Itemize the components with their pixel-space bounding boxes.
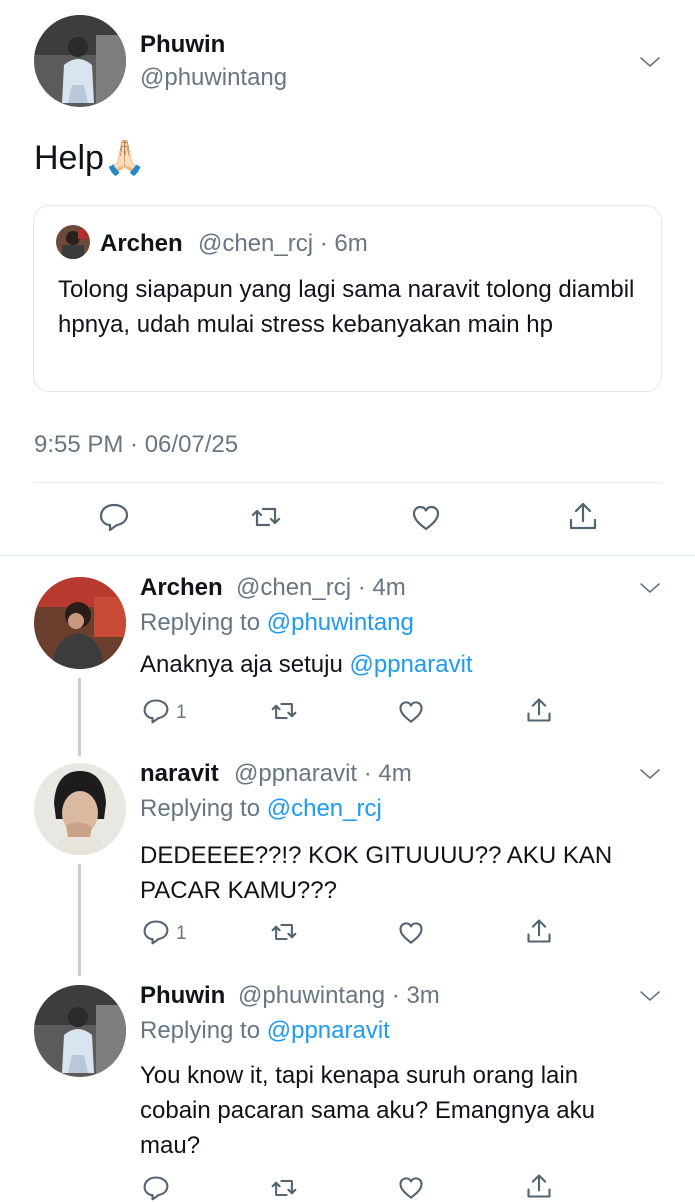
replying-to-link[interactable]: @chen_rcj [267,795,382,822]
replying-to-link[interactable]: @phuwintang [267,609,414,636]
like-button[interactable] [397,698,425,726]
author-handle[interactable]: @phuwintang [140,64,287,92]
reply-text-line: PACAR KAMU??? [140,877,337,904]
share-icon [527,698,551,722]
reply-text: You know it, tapi kenapa suruh orang lai… [140,1058,595,1163]
avatar[interactable] [34,763,126,855]
reply-text-line: DEDEEEE??!? KOK GITUUUU?? AKU KAN [140,842,613,869]
reply-button[interactable]: 1 [142,918,202,948]
reply-text-line: cobain pacaran sama aku? Emangnya aku [140,1097,595,1124]
avatar[interactable] [34,577,126,669]
author-name[interactable]: Archen [140,574,223,602]
reply-text-line: mau? [140,1132,201,1159]
mention-link[interactable]: @ppnaravit [349,651,472,678]
heart-icon [399,701,423,723]
author-handle-time[interactable]: @phuwintang · 3m [238,982,440,1010]
share-button[interactable] [525,696,553,724]
retweet-icon [251,507,281,527]
author-name[interactable]: Phuwin [140,982,225,1010]
quoted-text: Tolong siapapun yang lagi sama naravit t… [58,276,635,338]
heart-icon [399,1177,423,1199]
quoted-tweet[interactable]: Archen @chen_rcj · 6m Tolong siapapun ya… [33,205,662,392]
replying-to-label: Replying to [140,1017,267,1044]
reply-text-body: Anaknya aja setuju [140,651,350,678]
avatar[interactable] [34,985,126,1077]
like-button[interactable] [410,502,442,534]
more-options-button[interactable] [638,576,662,600]
author-handle-time[interactable]: @ppnaravit · 4m [234,760,412,788]
retweet-button[interactable] [250,501,282,533]
share-button[interactable] [567,500,599,532]
reply-count: 1 [176,923,187,944]
retweet-icon [271,1179,297,1197]
quoted-handle-time: @chen_rcj · 6m [198,230,368,257]
chevron-down-icon [640,583,660,593]
share-button[interactable] [525,1172,553,1200]
reply-icon [143,920,169,945]
heart-icon [412,505,440,531]
more-options-button[interactable] [638,762,662,786]
reply-icon [99,503,129,532]
retweet-button[interactable] [270,918,298,946]
reply-text: DEDEEEE??!? KOK GITUUUU?? AKU KAN PACAR … [140,838,612,908]
like-button[interactable] [397,1174,425,1202]
reply-thread-line [78,864,81,976]
replying-to-link[interactable]: @ppnaravit [267,1017,390,1044]
reply-text: Anaknya aja setuju @ppnaravit [140,651,473,679]
replying-to: Replying to @phuwintang [140,609,414,637]
reply-icon [143,1176,169,1201]
tweet-text: Help🙏🏻 [34,139,147,177]
chevron-down-icon [640,57,660,67]
chevron-down-icon [640,991,660,1001]
author-handle-time[interactable]: @chen_rcj · 4m [236,574,406,602]
share-icon [527,1174,551,1198]
share-icon [527,919,551,943]
divider [34,482,661,483]
reply-button[interactable] [142,1174,170,1202]
author-name[interactable]: naravit [140,760,219,788]
heart-icon [399,922,423,944]
quoted-author-name: Archen [100,230,183,257]
replying-to-label: Replying to [140,609,267,636]
retweet-icon [271,923,297,941]
share-icon [569,502,597,530]
retweet-button[interactable] [270,1174,298,1202]
reply-text-line: You know it, tapi kenapa suruh orang lai… [140,1062,579,1089]
reply-count: 1 [176,702,187,723]
retweet-button[interactable] [270,697,298,725]
reply-icon [143,699,169,724]
reply-button[interactable]: 1 [142,697,202,727]
replying-to: Replying to @ppnaravit [140,1017,390,1045]
like-button[interactable] [397,919,425,947]
replying-to: Replying to @chen_rcj [140,795,382,823]
author-name[interactable]: Phuwin [140,31,225,59]
section-divider [0,555,695,556]
avatar[interactable] [34,15,126,107]
reply-button[interactable] [98,501,130,533]
reply-thread-line [78,678,81,756]
more-options-button[interactable] [638,984,662,1008]
tweet-timestamp: 9:55 PM · 06/07/25 [34,431,239,458]
quoted-avatar [56,225,90,259]
replying-to-label: Replying to [140,795,267,822]
more-options-button[interactable] [638,50,662,74]
share-button[interactable] [525,917,553,945]
chevron-down-icon [640,769,660,779]
retweet-icon [271,702,297,720]
